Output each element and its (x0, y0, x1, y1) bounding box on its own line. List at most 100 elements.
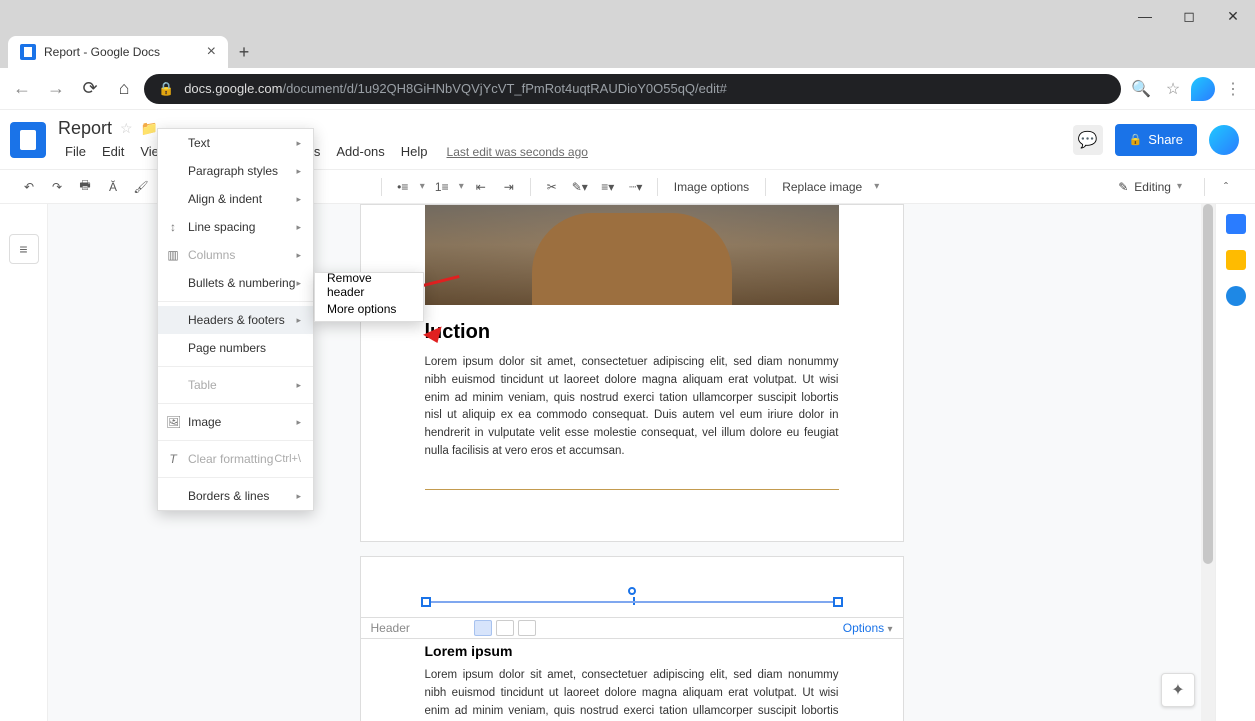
bookmark-star-icon[interactable]: ☆ (1159, 75, 1187, 103)
undo-icon[interactable]: ↶ (18, 176, 40, 198)
format-columns: ▥Columns▸ (158, 241, 313, 269)
format-paragraph-styles[interactable]: Paragraph styles▸ (158, 157, 313, 185)
side-panel (1215, 204, 1255, 721)
docs-logo-icon[interactable] (10, 122, 46, 158)
format-bullets-numbering[interactable]: Bullets & numbering▸ (158, 269, 313, 297)
vertical-scrollbar[interactable] (1201, 204, 1215, 721)
wrap-inline-icon[interactable] (474, 620, 492, 636)
redo-icon[interactable]: ↷ (46, 176, 68, 198)
menu-file[interactable]: File (58, 142, 93, 161)
decrease-indent-icon[interactable]: ⇤ (470, 176, 492, 198)
format-align-indent[interactable]: Align & indent▸ (158, 185, 313, 213)
address-bar[interactable]: 🔒 docs.google.com/document/d/1u92QH8GiHN… (144, 74, 1121, 104)
label: Table (188, 378, 217, 392)
line-spacing-icon: ↕ (166, 220, 180, 234)
last-edit-text[interactable]: Last edit was seconds ago (447, 145, 588, 159)
border-color-icon[interactable]: ✎▾ (569, 176, 591, 198)
outline-toggle-button[interactable]: ≡ (9, 234, 39, 264)
bulleted-list-icon[interactable]: •≡ (392, 176, 414, 198)
calendar-addon-icon[interactable] (1226, 214, 1246, 234)
docs-menubar: File Edit View Insert Format Tools Add-o… (58, 142, 588, 161)
headers-footers-submenu: Remove header More options (314, 272, 424, 322)
new-tab-button[interactable]: + (228, 36, 260, 68)
editing-mode-button[interactable]: ✎ Editing ▾ (1106, 180, 1194, 194)
label: Borders & lines (188, 489, 269, 503)
numbered-list-icon[interactable]: 1≡ (431, 176, 453, 198)
paint-format-icon[interactable]: 🖌 (130, 176, 152, 198)
selection-rotate-handle[interactable] (628, 587, 636, 595)
star-icon[interactable]: ☆ (120, 120, 133, 137)
move-folder-icon[interactable]: 📁 (141, 120, 158, 137)
body-paragraph-1[interactable]: Lorem ipsum dolor sit amet, consectetuer… (425, 354, 839, 461)
label: Image (188, 415, 221, 429)
wrap-text-icon[interactable] (496, 620, 514, 636)
close-window-button[interactable]: ✕ (1211, 0, 1255, 32)
spellcheck-icon[interactable]: Ă (102, 176, 124, 198)
lock-icon: 🔒 (158, 81, 174, 97)
label: Align & indent (188, 192, 262, 206)
browser-tab[interactable]: Report - Google Docs × (8, 36, 228, 68)
left-rail: ≡ (0, 204, 48, 721)
minimize-button[interactable]: — (1123, 0, 1167, 32)
print-icon[interactable]: 🖶 (74, 176, 96, 198)
heading-lorem[interactable]: Lorem ipsum (425, 643, 839, 659)
crop-icon[interactable]: ✂ (541, 176, 563, 198)
editing-label: Editing (1134, 180, 1171, 194)
page-1[interactable]: ◀luction Lorem ipsum dolor sit amet, con… (360, 204, 904, 542)
comments-button[interactable]: 💬 (1073, 125, 1103, 155)
url-path: /document/d/1u92QH8GiHNbVQVjYcVT_fPmRot4… (282, 81, 726, 96)
format-page-numbers[interactable]: Page numbers (158, 334, 313, 362)
format-clear-formatting: TClear formattingCtrl+\ (158, 445, 313, 473)
clear-format-icon: T (166, 452, 180, 466)
nav-forward-icon: → (42, 75, 70, 103)
page-2[interactable]: Header Options ▾ Lorem ipsum Lorem ipsum… (360, 556, 904, 721)
header-label: Header (371, 621, 410, 635)
explore-button[interactable]: ✦ (1161, 673, 1195, 707)
menu-edit[interactable]: Edit (95, 142, 131, 161)
keep-addon-icon[interactable] (1226, 250, 1246, 270)
format-image[interactable]: 🖼Image▸ (158, 408, 313, 436)
format-text[interactable]: Text▸ (158, 129, 313, 157)
label: Headers & footers (188, 313, 285, 327)
menu-addons[interactable]: Add-ons (329, 142, 391, 161)
menu-help[interactable]: Help (394, 142, 435, 161)
nav-back-icon[interactable]: ← (8, 75, 36, 103)
border-dash-icon[interactable]: ┈▾ (625, 176, 647, 198)
image-options-button[interactable]: Image options (668, 180, 755, 194)
doc-title[interactable]: Report (58, 118, 112, 139)
submenu-more-options[interactable]: More options (315, 297, 423, 321)
zoom-indicator-icon[interactable]: 🔍 (1127, 75, 1155, 103)
hide-menus-icon[interactable]: ˆ (1215, 176, 1237, 198)
heading-introduction[interactable]: ◀luction (425, 321, 839, 344)
tasks-addon-icon[interactable] (1226, 286, 1246, 306)
maximize-button[interactable]: ◻ (1167, 0, 1211, 32)
scrollbar-thumb[interactable] (1203, 204, 1213, 564)
label: Paragraph styles (188, 164, 278, 178)
tab-close-icon[interactable]: × (207, 43, 216, 61)
account-avatar-icon[interactable] (1209, 125, 1239, 155)
label: Page numbers (188, 341, 266, 355)
wrap-break-icon[interactable] (518, 620, 536, 636)
submenu-remove-header[interactable]: Remove header (315, 273, 423, 297)
selection-marker[interactable] (425, 601, 839, 603)
header-options-button[interactable]: Options ▾ (843, 621, 893, 635)
label: Text (188, 136, 210, 150)
url-domain: docs.google.com (184, 81, 282, 96)
label: Line spacing (188, 220, 255, 234)
format-line-spacing[interactable]: ↕Line spacing▸ (158, 213, 313, 241)
nav-home-icon[interactable]: ⌂ (110, 75, 138, 103)
format-headers-footers[interactable]: Headers & footers▸ (158, 306, 313, 334)
docs-favicon-icon (20, 44, 36, 60)
profile-avatar-icon[interactable] (1191, 77, 1215, 101)
nav-reload-icon[interactable]: ⟳ (76, 75, 104, 103)
format-borders-lines[interactable]: Borders & lines▸ (158, 482, 313, 510)
window-titlebar: — ◻ ✕ (0, 0, 1255, 32)
hero-image[interactable] (425, 205, 839, 305)
browser-menu-icon[interactable]: ⋮ (1219, 75, 1247, 103)
body-paragraph-2[interactable]: Lorem ipsum dolor sit amet, consectetuer… (425, 667, 839, 721)
replace-image-button[interactable]: Replace image (776, 180, 868, 194)
border-weight-icon[interactable]: ≡▾ (597, 176, 619, 198)
share-button[interactable]: Share (1115, 124, 1197, 156)
increase-indent-icon[interactable]: ⇥ (498, 176, 520, 198)
format-dropdown: Text▸ Paragraph styles▸ Align & indent▸ … (157, 128, 314, 511)
